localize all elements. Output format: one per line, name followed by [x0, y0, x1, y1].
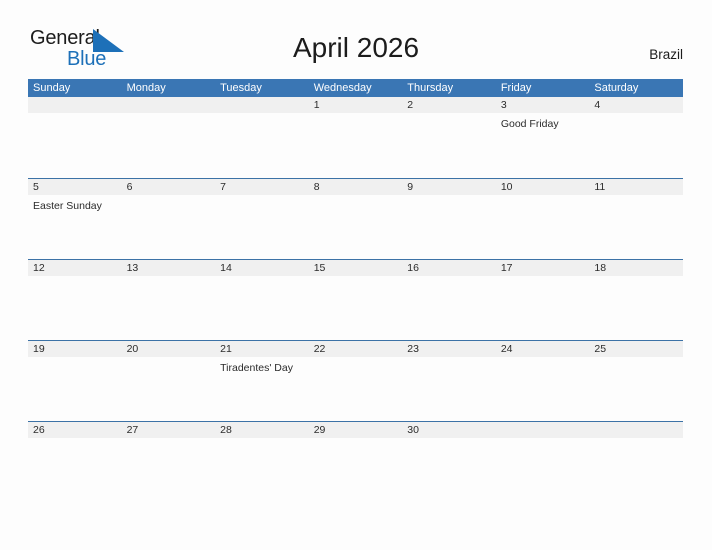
- day-event[interactable]: [402, 438, 496, 446]
- day-number[interactable]: [122, 97, 216, 113]
- day-event[interactable]: [122, 195, 216, 259]
- week-event-band: [28, 438, 683, 446]
- week-row: 5 6 7 8 9 10 11 Easter Sunday: [28, 178, 683, 259]
- page-title: April 2026: [292, 32, 420, 63]
- day-number[interactable]: 2: [402, 97, 496, 113]
- day-number[interactable]: 7: [215, 179, 309, 195]
- day-event[interactable]: [496, 276, 590, 340]
- day-event[interactable]: [215, 438, 309, 446]
- page-header: General Blue April 2026 Brazil: [0, 0, 712, 79]
- day-number[interactable]: 15: [309, 260, 403, 276]
- day-event[interactable]: [589, 195, 683, 259]
- week-event-band: Tiradentes' Day: [28, 357, 683, 421]
- day-number[interactable]: 19: [28, 341, 122, 357]
- weekday-header-tuesday: Tuesday: [220, 82, 262, 94]
- day-event[interactable]: [122, 357, 216, 421]
- weekday-header-wednesday: Wednesday: [313, 82, 372, 94]
- day-number[interactable]: 29: [309, 422, 403, 438]
- weekday-header-sunday: Sunday: [33, 82, 71, 94]
- weekday-header-monday: Monday: [126, 82, 166, 94]
- week-date-band: 5 6 7 8 9 10 11: [28, 179, 683, 195]
- weekday-header-saturday: Saturday: [594, 82, 639, 94]
- weekday-header-thursday: Thursday: [407, 82, 454, 94]
- day-number[interactable]: 8: [309, 179, 403, 195]
- day-event[interactable]: [122, 276, 216, 340]
- day-number[interactable]: [496, 422, 590, 438]
- day-event[interactable]: [402, 195, 496, 259]
- day-event[interactable]: [589, 357, 683, 421]
- day-event[interactable]: [589, 438, 683, 446]
- week-date-band: 19 20 21 22 23 24 25: [28, 341, 683, 357]
- day-event[interactable]: [309, 113, 403, 177]
- day-number[interactable]: 10: [496, 179, 590, 195]
- day-number[interactable]: 12: [28, 260, 122, 276]
- week-row: 19 20 21 22 23 24 25 Tiradentes' Day: [28, 340, 683, 421]
- day-event[interactable]: [28, 357, 122, 421]
- day-number[interactable]: 16: [402, 260, 496, 276]
- week-date-band: 1 2 3 4: [28, 97, 683, 113]
- week-row: 12 13 14 15 16 17 18: [28, 259, 683, 340]
- day-event[interactable]: [28, 438, 122, 446]
- day-event[interactable]: [309, 195, 403, 259]
- day-event[interactable]: [496, 195, 590, 259]
- day-event[interactable]: [309, 357, 403, 421]
- day-number[interactable]: 22: [309, 341, 403, 357]
- day-number[interactable]: 14: [215, 260, 309, 276]
- day-event[interactable]: Easter Sunday: [28, 195, 122, 259]
- day-number[interactable]: 4: [589, 97, 683, 113]
- weekday-header-row: Sunday Monday Tuesday Wednesday Thursday…: [28, 79, 683, 97]
- day-number[interactable]: 20: [122, 341, 216, 357]
- day-number[interactable]: 5: [28, 179, 122, 195]
- day-number[interactable]: 17: [496, 260, 590, 276]
- day-event[interactable]: [589, 113, 683, 177]
- week-event-band: Easter Sunday: [28, 195, 683, 259]
- day-number[interactable]: 13: [122, 260, 216, 276]
- week-event-band: Good Friday: [28, 113, 683, 177]
- day-event[interactable]: [215, 276, 309, 340]
- weekday-header-friday: Friday: [500, 82, 532, 94]
- week-date-band: 26 27 28 29 30: [28, 422, 683, 438]
- region-label: Brazil: [649, 47, 683, 62]
- day-number[interactable]: 21: [215, 341, 309, 357]
- day-number[interactable]: [215, 97, 309, 113]
- day-event[interactable]: [28, 276, 122, 340]
- day-number[interactable]: 27: [122, 422, 216, 438]
- day-event[interactable]: Tiradentes' Day: [215, 357, 309, 421]
- day-number[interactable]: 26: [28, 422, 122, 438]
- day-number[interactable]: 18: [589, 260, 683, 276]
- week-row: 1 2 3 4 Good Friday: [28, 97, 683, 178]
- day-number[interactable]: 23: [402, 341, 496, 357]
- day-event[interactable]: [122, 113, 216, 177]
- day-event[interactable]: [309, 276, 403, 340]
- day-number[interactable]: 28: [215, 422, 309, 438]
- day-number[interactable]: 3: [496, 97, 590, 113]
- day-number[interactable]: 1: [309, 97, 403, 113]
- week-row: 26 27 28 29 30: [28, 421, 683, 445]
- day-number[interactable]: [589, 422, 683, 438]
- day-event[interactable]: Good Friday: [496, 113, 590, 177]
- calendar-grid: Sunday Monday Tuesday Wednesday Thursday…: [28, 79, 683, 445]
- day-event[interactable]: [122, 438, 216, 446]
- day-event[interactable]: [496, 438, 590, 446]
- day-event[interactable]: [402, 113, 496, 177]
- day-number[interactable]: 30: [402, 422, 496, 438]
- day-event[interactable]: [589, 276, 683, 340]
- day-event[interactable]: [402, 276, 496, 340]
- day-event[interactable]: [28, 113, 122, 177]
- day-number[interactable]: 24: [496, 341, 590, 357]
- day-number[interactable]: 11: [589, 179, 683, 195]
- day-number[interactable]: 6: [122, 179, 216, 195]
- day-event[interactable]: [215, 113, 309, 177]
- day-number[interactable]: 9: [402, 179, 496, 195]
- week-event-band: [28, 276, 683, 340]
- week-date-band: 12 13 14 15 16 17 18: [28, 260, 683, 276]
- day-event[interactable]: [496, 357, 590, 421]
- day-number[interactable]: [28, 97, 122, 113]
- day-number[interactable]: 25: [589, 341, 683, 357]
- day-event[interactable]: [215, 195, 309, 259]
- day-event[interactable]: [309, 438, 403, 446]
- day-event[interactable]: [402, 357, 496, 421]
